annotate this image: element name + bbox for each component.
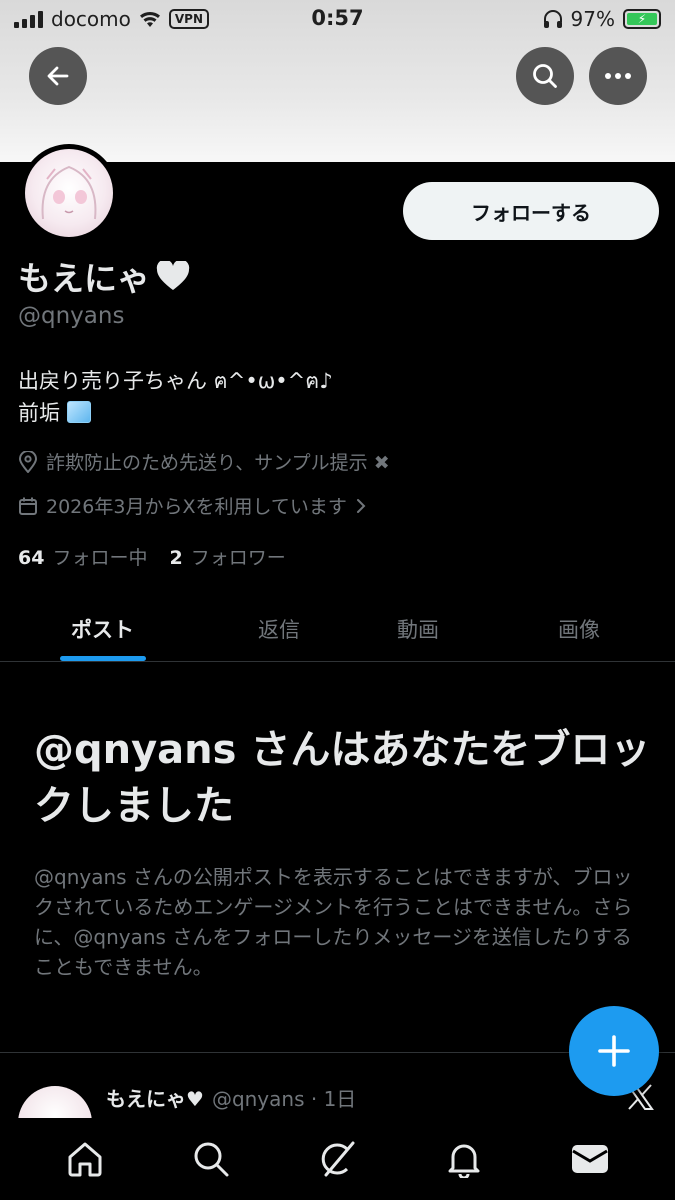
follow-button[interactable]: フォローする — [403, 182, 659, 240]
display-name-text: もえにゃ — [18, 259, 150, 298]
back-button[interactable] — [29, 47, 87, 105]
post-header: もえにゃ♥ @qnyans · 1日 — [106, 1083, 356, 1112]
nav-home[interactable] — [53, 1127, 117, 1191]
profile-tabs: ポスト 返信 動画 画像 — [0, 596, 675, 662]
calendar-icon — [19, 497, 37, 515]
following-count: 64 — [18, 547, 45, 569]
nav-messages[interactable] — [558, 1127, 622, 1191]
search-icon — [194, 1142, 229, 1177]
joined-text: 2026年3月からXを利用しています — [46, 496, 347, 518]
followers-label: フォロワー — [190, 547, 286, 569]
search-button[interactable] — [516, 47, 574, 105]
battery-icon: ⚡ — [623, 9, 661, 29]
search-icon — [533, 64, 557, 88]
nav-grok[interactable] — [305, 1127, 369, 1191]
blocked-description: @qnyans さんの公開ポストを表示することはできますが、ブロックされているた… — [34, 865, 633, 979]
tab-posts[interactable]: ポスト — [0, 596, 205, 661]
bio-line-2: 前垢 — [18, 401, 60, 425]
battery-percent: 97% — [570, 7, 615, 31]
profile-bio: 出戻り売り子ちゃん ฅ^•ω•^ฅ♪ 前垢 — [18, 365, 333, 429]
profile-joined[interactable]: 2026年3月からXを利用しています — [18, 492, 367, 519]
profile-stats: 64 フォロー中 2 フォロワー — [18, 543, 286, 570]
tab-images[interactable]: 画像 — [483, 596, 675, 661]
post-author-name: もえにゃ♥ — [106, 1087, 204, 1111]
profile-display-name: もえにゃ — [18, 252, 190, 300]
chevron-right-icon — [356, 498, 366, 513]
back-arrow-icon — [47, 66, 69, 86]
tab-videos[interactable]: 動画 — [353, 596, 483, 661]
grok-icon — [322, 1141, 355, 1177]
post-author-handle: @qnyans · 1日 — [211, 1087, 357, 1111]
nav-notifications[interactable] — [432, 1127, 496, 1191]
nav-search[interactable] — [179, 1127, 243, 1191]
following-link[interactable]: 64 フォロー中 — [18, 543, 147, 570]
status-bar: docomo VPN 0:57 97% ⚡ — [0, 0, 675, 38]
bio-line-1: 出戻り売り子ちゃん ฅ^•ω•^ฅ♪ — [18, 369, 333, 393]
headphones-icon — [543, 10, 562, 28]
ice-cube-icon — [66, 401, 91, 423]
compose-button[interactable] — [569, 1006, 659, 1096]
tab-replies[interactable]: 返信 — [205, 596, 353, 661]
profile-handle: @qnyans — [18, 303, 125, 329]
followers-link[interactable]: 2 フォロワー — [169, 543, 285, 570]
followers-count: 2 — [169, 547, 183, 569]
plus-icon — [598, 1035, 630, 1067]
profile-avatar[interactable] — [20, 144, 118, 242]
following-label: フォロー中 — [52, 547, 148, 569]
more-icon — [605, 73, 631, 79]
location-pin-icon — [18, 450, 38, 473]
profile-location: 詐欺防止のため先送り、サンプル提示 ✖ — [18, 448, 390, 475]
bell-icon — [448, 1144, 480, 1178]
home-icon — [68, 1142, 102, 1177]
heart-icon — [156, 261, 190, 290]
avatar-illustration — [41, 165, 97, 220]
blocked-title: @qnyans さんはあなたをブロックしました — [34, 727, 651, 829]
mail-icon — [571, 1145, 608, 1173]
location-text: 詐欺防止のため先送り、サンプル提示 ✖ — [46, 452, 390, 474]
bottom-nav — [0, 1118, 675, 1200]
more-button[interactable] — [589, 47, 647, 105]
